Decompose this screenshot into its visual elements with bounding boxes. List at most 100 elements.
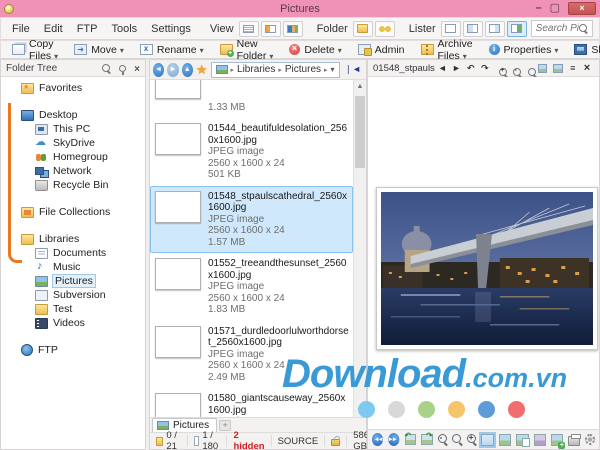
- viewer-menu-icon[interactable]: [566, 63, 580, 73]
- tree-item-subversion[interactable]: Subversion: [21, 288, 145, 302]
- full-size-icon[interactable]: [553, 63, 563, 73]
- search-icon[interactable]: [579, 24, 588, 33]
- tree-item-desktop[interactable]: Desktop: [21, 108, 145, 122]
- image-info-button[interactable]: [516, 433, 531, 447]
- lister-tree-button[interactable]: [484, 20, 505, 37]
- tree-item-skydrive[interactable]: SkyDrive: [21, 135, 145, 150]
- new-folder-button[interactable]: New Folder: [214, 38, 280, 62]
- list-scrollbar[interactable]: [353, 80, 366, 417]
- view-thumbnails-button[interactable]: [282, 20, 303, 37]
- breadcrumb-pictures[interactable]: Pictures: [285, 64, 321, 75]
- file-row[interactable]: 01571_durdledoorlulworthdorset_2560x1600…: [150, 321, 353, 389]
- viewer-close-icon[interactable]: [580, 62, 594, 74]
- admin-button[interactable]: Admin: [352, 41, 411, 58]
- menu-file[interactable]: File: [7, 21, 35, 37]
- fit-to-pane-button[interactable]: [479, 431, 496, 448]
- file-row[interactable]: 01544_beautifuldesolation_2560x1600.jpg …: [150, 118, 353, 186]
- viewer-settings-button[interactable]: [584, 434, 596, 445]
- add-image-button[interactable]: [550, 433, 566, 449]
- move-button[interactable]: Move: [68, 41, 130, 58]
- tree-item-file-collections[interactable]: File Collections: [21, 205, 145, 219]
- file-type: JPEG image: [208, 213, 265, 225]
- collapse-pane-icon[interactable]: ❘◄: [343, 64, 363, 75]
- menu-edit[interactable]: Edit: [39, 21, 68, 37]
- tree-item-music[interactable]: Music: [21, 260, 145, 274]
- rotate-right-button[interactable]: [421, 431, 433, 445]
- last-image-button[interactable]: [388, 433, 400, 446]
- breadcrumb-dropdown-icon[interactable]: ▾: [331, 65, 335, 74]
- lister-dual-button[interactable]: [462, 20, 483, 37]
- copy-icon: [12, 44, 25, 55]
- status-lock[interactable]: [325, 435, 348, 447]
- tree-item-videos[interactable]: Videos: [21, 316, 145, 330]
- file-row[interactable]: 01552_treeandthesunset_2560x1600.jpg JPE…: [150, 253, 353, 321]
- preview-photo[interactable]: [376, 187, 598, 350]
- menu-tools[interactable]: Tools: [106, 21, 142, 37]
- folder-group: Folder: [317, 20, 395, 37]
- tree-pane-icon: [489, 24, 501, 33]
- breadcrumb-libraries[interactable]: Libraries: [237, 64, 275, 75]
- tree-item-ftp[interactable]: FTP: [21, 343, 145, 357]
- mark-image-button[interactable]: [533, 433, 546, 446]
- favorites-star-icon[interactable]: [196, 63, 208, 76]
- menu-settings[interactable]: Settings: [146, 21, 196, 37]
- tree-pin-icon[interactable]: [119, 64, 127, 75]
- tree-item-favorites[interactable]: Favorites: [21, 81, 145, 95]
- minimize-button[interactable]: [535, 3, 541, 14]
- status-source[interactable]: SOURCE: [272, 435, 326, 447]
- rename-icon: [139, 44, 153, 55]
- file-row-partial[interactable]: 1.33 MB: [150, 80, 353, 118]
- rotate-left-icon[interactable]: [464, 63, 478, 74]
- tree-item-pictures[interactable]: Pictures: [21, 274, 145, 288]
- viewer-next-icon[interactable]: [449, 63, 463, 73]
- scroll-down-icon[interactable]: [354, 404, 366, 417]
- test-folder-icon: [35, 303, 48, 315]
- up-button[interactable]: [181, 62, 193, 77]
- tree-item-test[interactable]: Test: [21, 302, 145, 316]
- tree-item-homegroup[interactable]: Homegroup: [21, 150, 145, 164]
- orange-annotation-line: [8, 103, 22, 263]
- print-button[interactable]: [568, 433, 581, 446]
- folder-options-button[interactable]: [352, 20, 373, 37]
- rename-button[interactable]: Rename: [134, 41, 210, 58]
- search-box[interactable]: [530, 20, 593, 37]
- menu-ftp[interactable]: FTP: [72, 21, 103, 37]
- properties-button[interactable]: Properties: [483, 41, 565, 58]
- archive-files-button[interactable]: Archive Files: [415, 38, 479, 62]
- zoom-out-button[interactable]: -: [437, 433, 448, 445]
- tree-item-recycle-bin[interactable]: Recycle Bin: [21, 178, 145, 192]
- file-row-selected[interactable]: 01548_stpaulscathedral_2560x1600.jpg JPE…: [150, 185, 353, 253]
- lister-viewer-button[interactable]: [506, 20, 527, 37]
- tree-item-documents[interactable]: Documents: [21, 246, 145, 260]
- search-input[interactable]: [535, 23, 579, 34]
- view-details-button[interactable]: [238, 20, 259, 37]
- zoom-in-button[interactable]: +: [466, 433, 477, 445]
- close-button[interactable]: [568, 2, 596, 15]
- tree-close-icon[interactable]: [134, 59, 140, 77]
- tree-item-network[interactable]: Network: [21, 164, 145, 178]
- file-size: 501 KB: [208, 169, 241, 180]
- delete-button[interactable]: Delete: [283, 41, 347, 58]
- zoom-reset-button[interactable]: [452, 434, 462, 445]
- rotate-left-button[interactable]: [404, 431, 417, 445]
- tree-item-libraries[interactable]: Libraries: [21, 232, 145, 246]
- lister-single-button[interactable]: [440, 20, 461, 37]
- fit-image-icon[interactable]: [537, 63, 548, 73]
- view-tiles-button[interactable]: [260, 20, 281, 37]
- first-image-button[interactable]: [371, 433, 384, 446]
- forward-button[interactable]: [167, 62, 179, 77]
- maximize-button[interactable]: [550, 3, 560, 14]
- copy-files-button[interactable]: Copy Files: [6, 38, 64, 62]
- rotate-right-icon[interactable]: [478, 63, 492, 74]
- file-row[interactable]: 01580_giantscauseway_2560x1600.jpg JPEG …: [150, 388, 353, 417]
- scroll-up-icon[interactable]: [354, 80, 366, 93]
- scrollbar-thumb[interactable]: [355, 96, 365, 168]
- slideshow-button[interactable]: Slideshow: [568, 41, 600, 58]
- viewer-prev-icon[interactable]: [435, 63, 449, 73]
- actual-size-button[interactable]: [498, 433, 512, 446]
- back-button[interactable]: [153, 62, 165, 77]
- folder-find-button[interactable]: [374, 20, 395, 37]
- breadcrumb[interactable]: ▸ Libraries ▸ Pictures ▸ ▾: [210, 61, 340, 78]
- new-tab-button[interactable]: [219, 420, 232, 431]
- tree-search-icon[interactable]: [102, 63, 111, 73]
